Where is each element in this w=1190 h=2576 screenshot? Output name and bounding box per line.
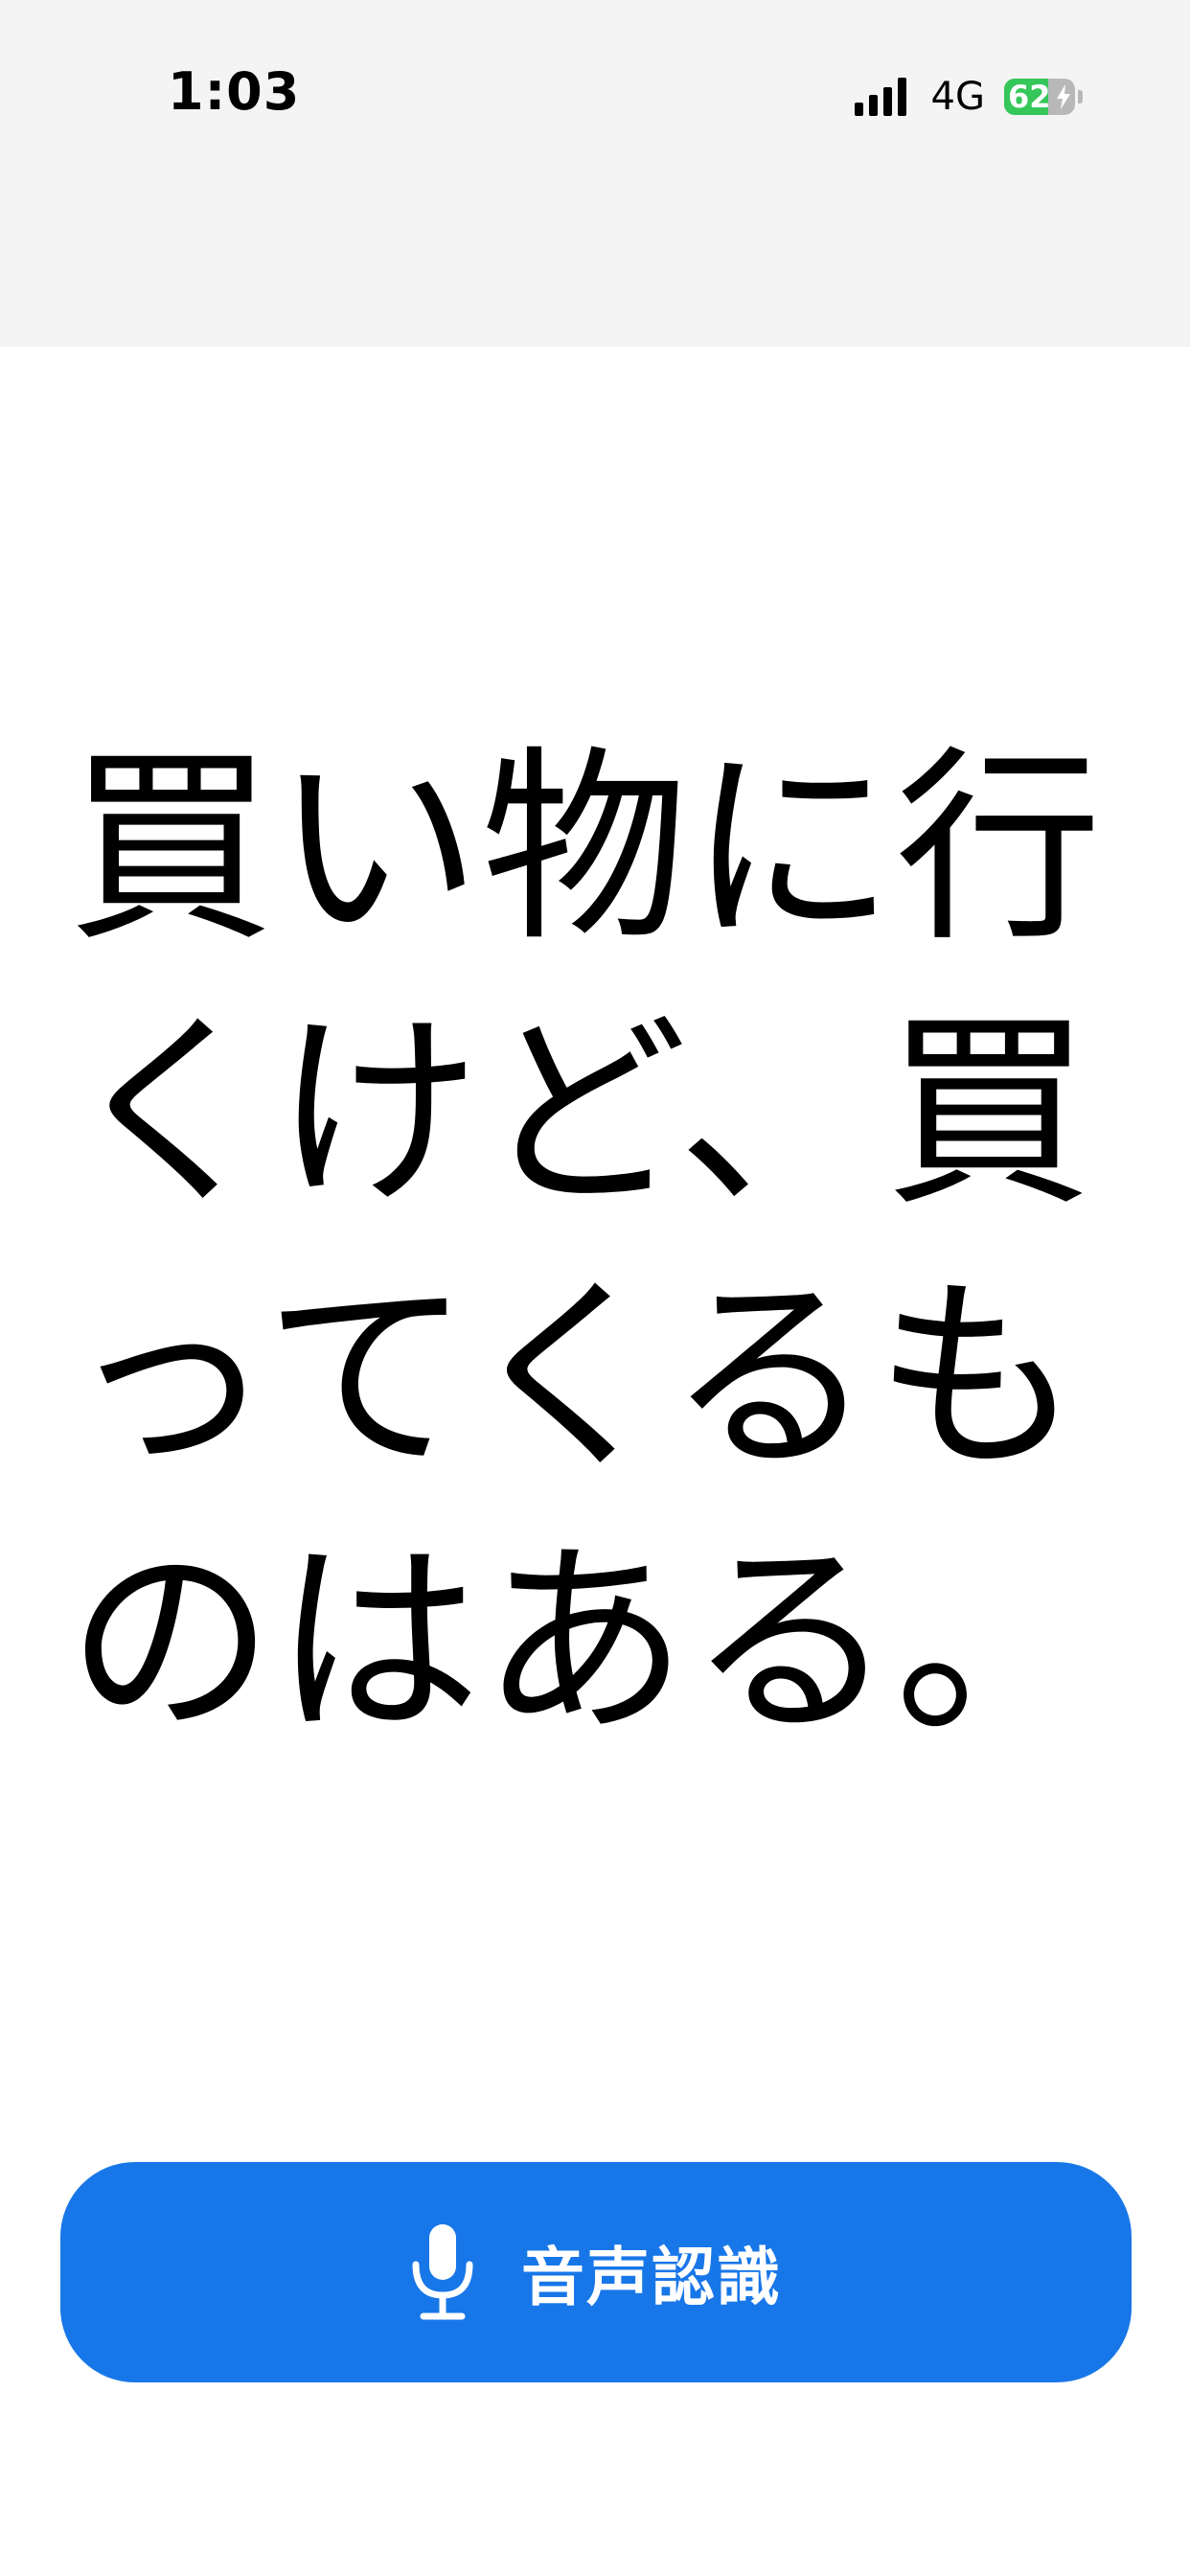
network-type: 4G (930, 75, 985, 119)
status-bar: 1:03 4G 62 (0, 0, 1190, 192)
charging-bolt-icon (1057, 84, 1070, 109)
status-indicators: 4G 62 (854, 75, 1083, 119)
signal-bar (897, 78, 906, 116)
signal-bar (854, 103, 863, 116)
speech-button-label: 音声認識 (521, 2242, 782, 2312)
signal-bar (868, 95, 878, 116)
battery-percent: 62 (1008, 79, 1051, 115)
speech-recognition-button[interactable]: 音声認識 (60, 2162, 1132, 2382)
cellular-signal-icon (854, 78, 912, 116)
app-screen: 1:03 4G 62 買い物に行くけど、買ってくるものはある。 音声認識 (0, 0, 1190, 2576)
microphone-icon (412, 2224, 473, 2320)
battery-cap (1078, 90, 1083, 104)
battery-icon: 62 (1004, 79, 1075, 115)
header-area: 1:03 4G 62 (0, 0, 1190, 347)
transcript-text: 買い物に行くけど、買ってくるものはある。 (67, 728, 1103, 1762)
status-time: 1:03 (168, 61, 301, 122)
signal-bar (882, 87, 892, 116)
